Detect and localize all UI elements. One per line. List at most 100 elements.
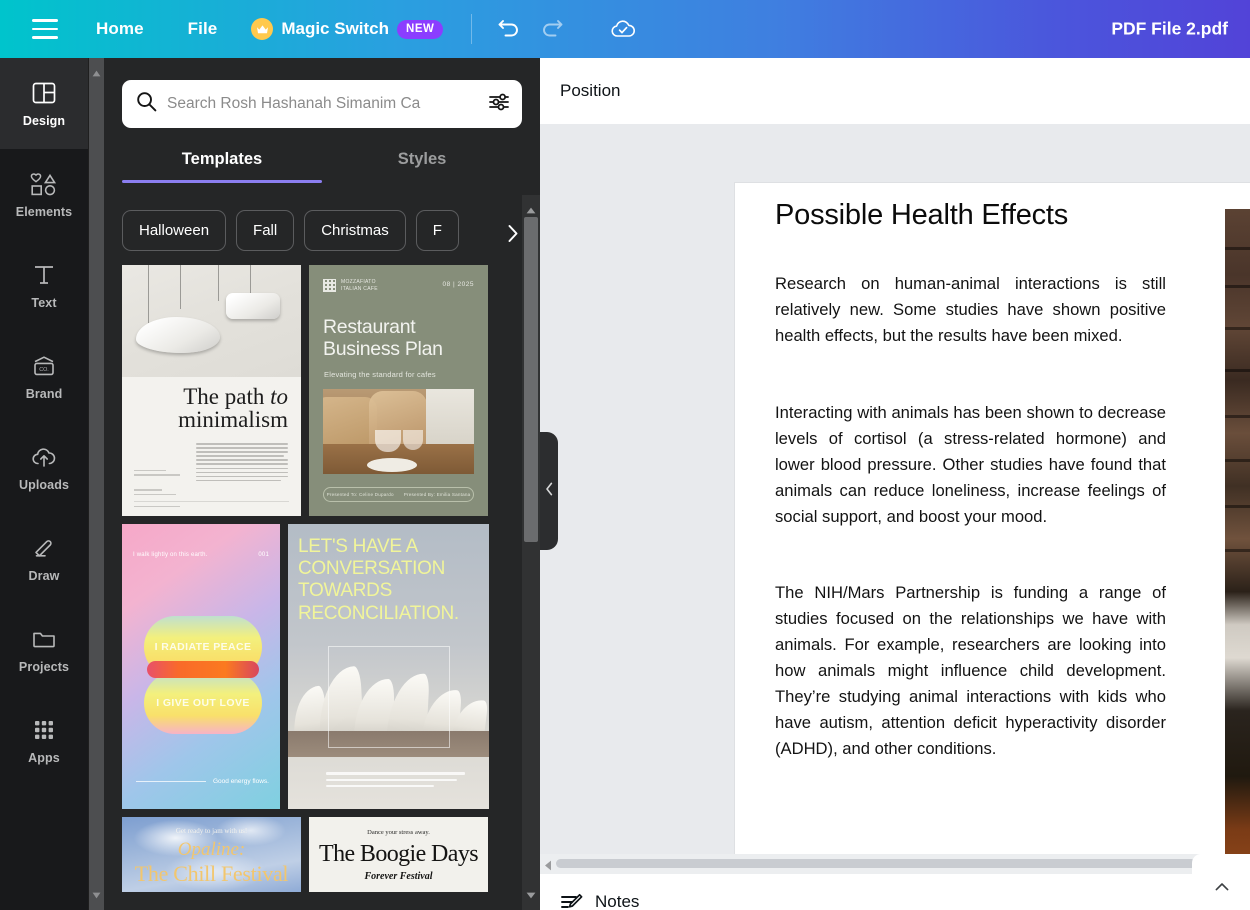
filter-sliders-icon[interactable] <box>488 92 510 117</box>
hamburger-icon[interactable] <box>32 19 58 39</box>
sidebar-item-text[interactable]: Text <box>0 240 88 331</box>
title-part-1: The path <box>183 384 265 409</box>
tab-styles[interactable]: Styles <box>322 150 522 183</box>
magic-switch-button[interactable]: Magic Switch NEW <box>251 18 444 40</box>
toolbar-divider <box>471 14 473 44</box>
search-input[interactable] <box>167 95 478 113</box>
template-footer: Good energy flows. <box>136 778 269 785</box>
template-card-opaline-festival[interactable]: Get ready to jam with us! Opaline: The C… <box>122 817 301 892</box>
sidebar-item-projects[interactable]: Projects <box>0 604 88 695</box>
title-line-2: Business Plan <box>323 337 443 360</box>
blob-1-text: I RADIATE PEACE <box>154 641 252 653</box>
chip-halloween[interactable]: Halloween <box>122 210 227 251</box>
position-button[interactable]: Position <box>560 81 620 101</box>
template-image <box>122 265 301 377</box>
template-footer <box>134 500 289 507</box>
pen-icon <box>30 534 58 562</box>
sidebar-label-elements: Elements <box>15 205 73 219</box>
panel-tabs: Templates Styles <box>122 150 522 183</box>
title-part-italic: to <box>270 384 288 409</box>
document-title[interactable]: PDF File 2.pdf <box>1111 19 1228 40</box>
paragraph-2: Interacting with animals has been shown … <box>775 403 1166 526</box>
template-title-italic: Opaline: <box>177 839 246 860</box>
title-line-1: Restaurant <box>323 316 416 338</box>
presented-to: Presented To: Celine Dupardo <box>326 492 394 497</box>
panel-scrollbar[interactable] <box>522 195 540 910</box>
template-center-bar <box>147 661 259 678</box>
svg-text:CO.: CO. <box>39 367 49 373</box>
template-body-lines <box>326 772 465 791</box>
template-presented-pill: Presented To: Celine Dupardo Presented B… <box>323 487 474 502</box>
template-frame <box>328 646 450 748</box>
templates-grid: The path to minimalism MOZZAFIATO ITALIA… <box>104 251 540 892</box>
template-card-minimalism[interactable]: The path to minimalism <box>122 265 301 516</box>
shapes-icon <box>29 170 59 198</box>
logo-mark-icon <box>323 279 336 293</box>
sidebar-item-apps[interactable]: Apps <box>0 695 88 786</box>
sidebar-item-uploads[interactable]: Uploads <box>0 422 88 513</box>
page-title: Possible Health Effects <box>775 199 1069 231</box>
sidebar-label-brand: Brand <box>25 387 63 401</box>
grid-apps-icon <box>32 716 56 744</box>
template-card-good-energy[interactable]: I walk lightly on this earth. 001 I RADI… <box>122 524 280 809</box>
chevron-up-icon[interactable] <box>1208 874 1236 900</box>
template-blob-2: I GIVE OUT LOVE <box>144 672 262 734</box>
notes-bar[interactable]: Notes <box>540 874 1250 910</box>
chip-fall[interactable]: Fall <box>236 210 295 251</box>
cloud-check-icon[interactable] <box>602 8 644 50</box>
magic-switch-label: Magic Switch <box>281 19 390 38</box>
cloud-upload-icon <box>30 443 58 471</box>
template-top-row: I walk lightly on this earth. 001 <box>133 552 269 558</box>
sidebar-item-elements[interactable]: Elements <box>0 149 88 240</box>
template-card-boogie-days[interactable]: Dance your stress away. The Boogie Days … <box>309 817 488 892</box>
sidebar-item-brand[interactable]: CO. Brand <box>0 331 88 422</box>
notes-pencil-icon <box>560 892 584 910</box>
top-left-text: I walk lightly on this earth. <box>133 552 208 558</box>
scrollbar-thumb[interactable] <box>556 859 1196 868</box>
panel-collapse-handle[interactable] <box>540 432 558 550</box>
scrollbar-end-cap <box>1192 854 1250 874</box>
template-card-restaurant-plan[interactable]: MOZZAFIATO ITALIAN CAFE 08 | 2025 Restau… <box>309 265 488 516</box>
title-part-2: minimalism <box>178 407 288 433</box>
template-title: The path to minimalism <box>138 385 288 432</box>
filter-chips: Halloween Fall Christmas F <box>104 210 540 251</box>
tab-templates[interactable]: Templates <box>122 150 322 183</box>
template-card-reconciliation[interactable]: LET'S HAVE A CONVERSATION TOWARDS RECONC… <box>288 524 489 809</box>
scrollbar-thumb[interactable] <box>524 217 538 542</box>
sidebar-label-uploads: Uploads <box>18 478 69 492</box>
nav-home[interactable]: Home <box>86 13 154 45</box>
page-photo[interactable] <box>1225 209 1250 854</box>
notes-label: Notes <box>595 892 640 910</box>
scroll-up-arrow-icon[interactable] <box>92 64 101 82</box>
template-subtitle: Elevating the standard for cafes <box>324 370 436 379</box>
undo-icon[interactable] <box>488 8 530 50</box>
sidebar-item-design[interactable]: Design <box>0 58 88 149</box>
crown-icon <box>251 18 274 40</box>
template-date: 08 | 2025 <box>442 281 474 288</box>
panel-body: Halloween Fall Christmas F The path to m… <box>104 198 540 910</box>
sidebar-label-design: Design <box>22 114 66 128</box>
footer-text: Good energy flows. <box>212 778 269 785</box>
template-title: Restaurant Business Plan <box>323 316 443 361</box>
rail-scrollbar[interactable] <box>89 58 104 910</box>
logo-line-2: ITALIAN CAFE <box>341 285 378 292</box>
search-box[interactable] <box>122 80 522 128</box>
presented-by: Presented By: Emilia Santana <box>403 492 471 497</box>
template-title: The Boogie Days <box>319 841 479 867</box>
chip-partial[interactable]: F <box>415 210 459 251</box>
canvas-area[interactable]: Possible Health Effects Research on huma… <box>540 124 1250 854</box>
layout-icon <box>31 79 57 107</box>
sidebar-label-text: Text <box>31 296 57 310</box>
chip-christmas[interactable]: Christmas <box>304 210 406 251</box>
paragraph-3: The NIH/Mars Partnership is funding a ra… <box>775 583 1166 758</box>
redo-icon[interactable] <box>530 8 572 50</box>
sidebar-item-draw[interactable]: Draw <box>0 513 88 604</box>
horizontal-scrollbar[interactable] <box>540 854 1250 874</box>
template-title: LET'S HAVE A CONVERSATION TOWARDS RECONC… <box>298 536 459 624</box>
search-area <box>104 58 540 128</box>
logo-line-1: MOZZAFIATO <box>341 279 376 285</box>
scroll-down-arrow-icon[interactable] <box>526 886 536 904</box>
nav-file[interactable]: File <box>178 13 228 45</box>
scroll-down-arrow-icon[interactable] <box>92 886 101 904</box>
document-page[interactable]: Possible Health Effects Research on huma… <box>735 183 1250 854</box>
